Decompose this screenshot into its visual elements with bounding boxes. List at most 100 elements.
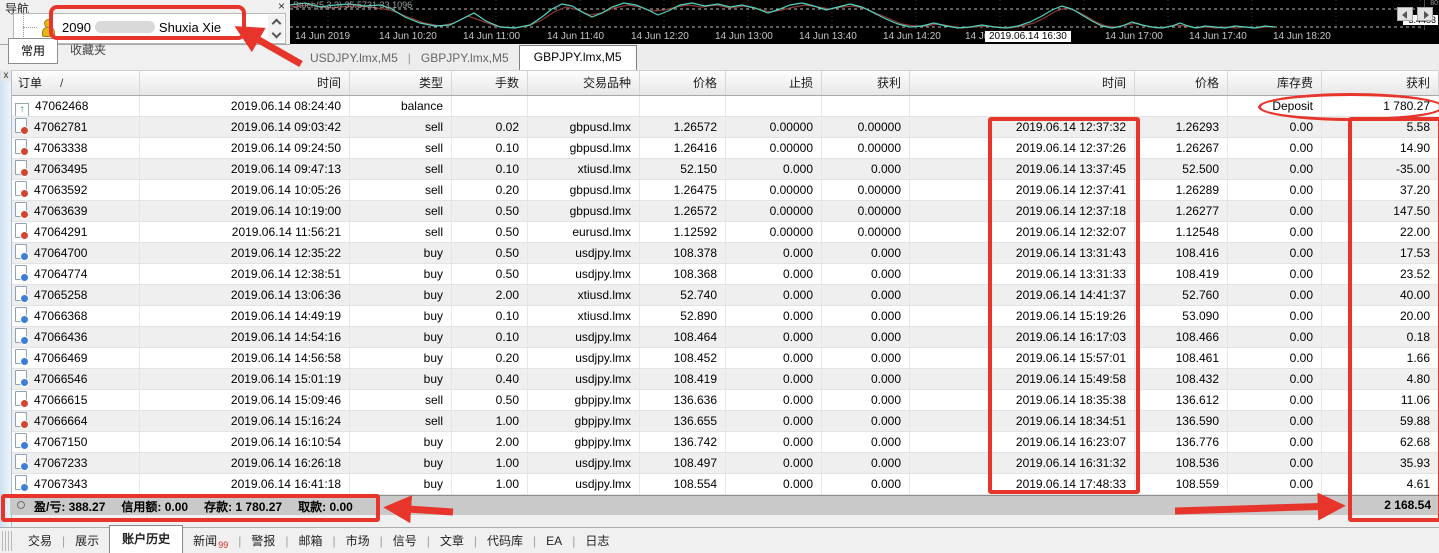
indicator-chart[interactable]: Stoch(5,3,3) 35.5731 33.1096 80 -3.4483 … (290, 0, 1439, 44)
terminal-tab-label: 信号 (392, 534, 417, 548)
table-row[interactable]: 47064291 2019.06.14 11:56:21 sell 0.50 eurus… (12, 222, 1439, 243)
chart-tab-3[interactable]: GBPJPY.lmx,M5 (518, 45, 637, 70)
column-header-profit[interactable]: 获利 (1322, 71, 1439, 95)
table-row[interactable]: ↑ 47062468 2019.06.14 08:24:40 balance Depos… (12, 96, 1439, 117)
column-header-order[interactable]: 订单 / (12, 71, 140, 95)
column-header-symbol[interactable]: 交易品种 (528, 71, 640, 95)
dock-grip-icon[interactable] (2, 530, 14, 551)
terminal-tab-6[interactable]: 邮箱 (288, 529, 332, 552)
column-header-stop-loss[interactable]: 止损 (726, 71, 822, 95)
column-header-close-price[interactable]: 价格 (1135, 71, 1228, 95)
time-axis-label: 14 Jun 13:40 (799, 31, 857, 42)
column-header-swap[interactable]: 库存费 (1228, 71, 1322, 95)
table-row[interactable]: 47067233 2019.06.14 16:26:18 buy 1.00 usdjpy… (12, 453, 1439, 474)
table-row[interactable]: 47066368 2019.06.14 14:49:19 buy 0.10 xtiusd… (12, 306, 1439, 327)
account-item[interactable]: 2090 Shuxia Xie (62, 20, 221, 35)
order-sell-icon (15, 391, 29, 408)
table-row[interactable]: 47066546 2019.06.14 15:01:19 buy 0.40 usdjpy… (12, 369, 1439, 390)
cell-type: sell (350, 117, 452, 137)
cell-close-time: 2019.06.14 13:37:45 (910, 159, 1135, 179)
spinner-up-icon[interactable] (268, 15, 284, 29)
table-row[interactable]: 47066436 2019.06.14 14:54:16 buy 0.10 usdjpy… (12, 327, 1439, 348)
cell-order: 47066368 (12, 306, 140, 326)
table-row[interactable]: 47066615 2019.06.14 15:09:46 sell 0.50 gbpjp… (12, 390, 1439, 411)
navigator-tab-favorites[interactable]: 收藏夹 (58, 38, 118, 64)
table-row[interactable]: 47066469 2019.06.14 14:56:58 buy 0.20 usdjpy… (12, 348, 1439, 369)
table-row[interactable]: 47063495 2019.06.14 09:47:13 sell 0.10 xtius… (12, 159, 1439, 180)
tab-scroll-right-button[interactable] (1417, 7, 1433, 21)
cell-close-price: 108.536 (1135, 453, 1228, 473)
cell-open-time: 2019.06.14 15:16:24 (140, 411, 350, 431)
cell-take-profit: 0.00000 (822, 117, 910, 137)
cell-order: 47064700 (12, 243, 140, 263)
chart-tab-2[interactable]: GBPJPY.lmx,M5 (411, 47, 519, 70)
sort-indicator-icon: / (60, 76, 64, 90)
cell-stop-loss: 0.000 (726, 432, 822, 452)
cell-open-time: 2019.06.14 15:01:19 (140, 369, 350, 389)
cell-profit: 22.00 (1322, 222, 1439, 242)
table-row[interactable]: 47064774 2019.06.14 12:38:51 buy 0.50 usdjpy… (12, 264, 1439, 285)
order-buy-icon (15, 370, 29, 387)
column-header-price[interactable]: 价格 (640, 71, 726, 95)
cell-symbol: usdjpy.lmx (528, 243, 640, 263)
navigator-close-icon[interactable]: × (278, 0, 285, 13)
order-number: 47067233 (34, 456, 88, 470)
column-header-lots[interactable]: 手数 (452, 71, 528, 95)
column-header-label: 时间 (1101, 76, 1126, 90)
terminal-tab-12[interactable]: 日志 (575, 529, 619, 552)
buy-dot-icon (20, 336, 29, 345)
table-row[interactable]: 47065258 2019.06.14 13:06:36 buy 2.00 xtiusd… (12, 285, 1439, 306)
terminal-close-icon[interactable]: x (1, 70, 11, 81)
time-axis-label: 14 Jun 13:00 (715, 31, 773, 42)
terminal-tab-5[interactable]: 警报 (241, 529, 285, 552)
terminal-tab-bar: 交易 | 展示 账户历史 新闻99 | 警报 | 邮箱 | 市场 | 信号 | 文章 | 代码库 | EA | 日志 (0, 525, 1439, 553)
cell-lots: 0.50 (452, 264, 528, 284)
spinner-down-icon[interactable] (268, 28, 284, 41)
column-header-close-time[interactable]: 时间 (910, 71, 1135, 95)
cell-lots: 0.50 (452, 390, 528, 410)
cell-order: 47066436 (12, 327, 140, 347)
summary-item: 信用额: 0.00 (121, 500, 189, 514)
cell-symbol: gbpusd.lmx (528, 138, 640, 158)
terminal-tab-1[interactable]: 交易 (18, 529, 62, 552)
stochastic-indicator-label: Stoch(5,3,3) 35.5731 33.1096 (293, 0, 413, 10)
cell-lots: 0.02 (452, 117, 528, 137)
table-row[interactable]: 47062781 2019.06.14 09:03:42 sell 0.02 gbpus… (12, 117, 1439, 138)
navigator-tab-common[interactable]: 常用 (8, 38, 59, 64)
cell-stop-loss (726, 96, 822, 116)
terminal-tab-2[interactable]: 展示 (65, 529, 109, 552)
table-row[interactable]: 47064700 2019.06.14 12:35:22 buy 0.50 usdjpy… (12, 243, 1439, 264)
account-holder-name: Shuxia Xie (158, 20, 222, 35)
terminal-tab-8[interactable]: 信号 (383, 529, 427, 552)
order-buy-icon (15, 433, 29, 450)
cell-close-price: 108.416 (1135, 243, 1228, 263)
terminal-tab-7[interactable]: 市场 (336, 529, 380, 552)
table-row[interactable]: 47063592 2019.06.14 10:05:26 sell 0.20 gbpus… (12, 180, 1439, 201)
account-number-prefix: 2090 (62, 20, 91, 35)
column-header-open-time[interactable]: 时间 (140, 71, 350, 95)
buy-dot-icon (20, 315, 29, 324)
chart-tab-1[interactable]: USDJPY.lmx,M5 (300, 47, 408, 70)
column-header-label: 止损 (788, 76, 813, 90)
terminal-tab-10[interactable]: 代码库 (477, 529, 533, 552)
cell-close-time: 2019.06.14 12:32:07 (910, 222, 1135, 242)
terminal-tab-9[interactable]: 文章 (430, 529, 474, 552)
arrow-right-icon (1424, 11, 1429, 19)
table-row[interactable]: 47063338 2019.06.14 09:24:50 sell 0.10 gbpus… (12, 138, 1439, 159)
cell-swap: 0.00 (1228, 432, 1322, 452)
terminal-tab-4[interactable]: 新闻99 (183, 529, 238, 553)
cell-price: 52.740 (640, 285, 726, 305)
tab-scroll-left-button[interactable] (1397, 7, 1413, 21)
cell-symbol: xtiusd.lmx (528, 306, 640, 326)
table-row[interactable]: 47066664 2019.06.14 15:16:24 sell 1.00 gbpjp… (12, 411, 1439, 432)
terminal-tab-3[interactable]: 账户历史 (109, 525, 184, 553)
column-header-type[interactable]: 类型 (350, 71, 452, 95)
table-row[interactable]: 47067343 2019.06.14 16:41:18 buy 1.00 usdjpy… (12, 474, 1439, 495)
column-header-label: 订单 (18, 76, 43, 90)
chart-tab-bar: USDJPY.lmx,M5 | GBPJPY.lmx,M5 GBPJPY.lmx,M5 (290, 44, 1439, 70)
table-row[interactable]: 47063639 2019.06.14 10:19:00 sell 0.50 gbpus… (12, 201, 1439, 222)
account-spinner (268, 15, 284, 41)
terminal-tab-11[interactable]: EA (536, 531, 572, 551)
table-row[interactable]: 47067150 2019.06.14 16:10:54 buy 2.00 gbpjpy… (12, 432, 1439, 453)
column-header-take-profit[interactable]: 获利 (822, 71, 910, 95)
